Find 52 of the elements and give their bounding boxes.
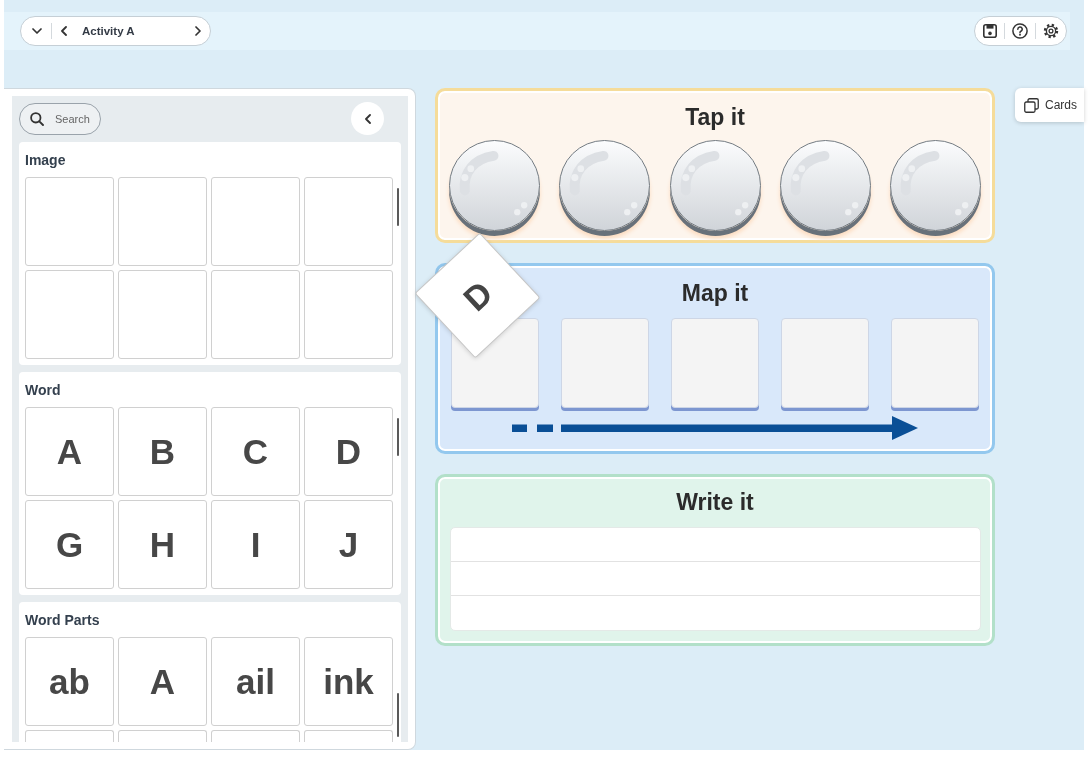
drop-box[interactable]	[781, 318, 869, 408]
help-icon[interactable]	[1012, 23, 1028, 39]
blank-tile[interactable]	[25, 177, 114, 266]
chevron-left-icon[interactable]	[61, 26, 67, 36]
chevron-down-icon[interactable]	[32, 28, 42, 34]
cards-tab[interactable]: Cards	[1015, 88, 1084, 122]
drop-box[interactable]	[671, 318, 759, 408]
panel-title: Map it	[681, 279, 749, 307]
drop-box[interactable]	[891, 318, 979, 408]
collapse-button[interactable]	[351, 102, 384, 135]
section-title: Word Parts	[25, 611, 101, 630]
letter-card[interactable]: D	[414, 232, 540, 358]
drop-box[interactable]	[561, 318, 649, 408]
activity-title: Activity A	[82, 25, 136, 37]
writing-area[interactable]	[450, 527, 981, 631]
section-title: Word	[25, 381, 62, 400]
blank-tile[interactable]	[118, 270, 207, 359]
word-tile[interactable]: J	[304, 500, 393, 589]
blank-tile[interactable]	[25, 730, 114, 742]
word-tile[interactable]: G	[25, 500, 114, 589]
section-title: Image	[25, 151, 67, 170]
word-tile[interactable]: D	[304, 407, 393, 496]
word-tile[interactable]: A	[118, 637, 207, 726]
word-tile[interactable]: C	[211, 407, 300, 496]
word-tile[interactable]: ink	[304, 637, 393, 726]
word-tile[interactable]: H	[118, 500, 207, 589]
word-tile[interactable]: I	[211, 500, 300, 589]
search-field[interactable]: Search	[19, 102, 101, 135]
search-icon	[30, 111, 44, 126]
blank-tile[interactable]	[304, 730, 393, 742]
blank-tile[interactable]	[211, 270, 300, 359]
blank-tile[interactable]	[211, 177, 300, 266]
word-tile[interactable]: ail	[211, 637, 300, 726]
settings-icon[interactable]	[1043, 23, 1059, 39]
panel-title: Tap it	[685, 103, 745, 131]
blank-tile[interactable]	[25, 270, 114, 359]
word-tile[interactable]: B	[118, 407, 207, 496]
chevron-left-icon[interactable]	[364, 113, 371, 124]
scrollbar-thumb[interactable]	[397, 693, 399, 737]
word-tile[interactable]: ab	[25, 637, 114, 726]
scrollbar-thumb[interactable]	[397, 188, 399, 226]
blank-tile[interactable]	[118, 730, 207, 742]
scrollbar-thumb[interactable]	[397, 418, 399, 456]
stacked-squares-icon	[1024, 97, 1039, 113]
blank-tile[interactable]	[304, 177, 393, 266]
save-icon[interactable]	[983, 24, 997, 38]
blank-tile[interactable]	[304, 270, 393, 359]
word-tile[interactable]: A	[25, 407, 114, 496]
blank-tile[interactable]	[211, 730, 300, 742]
chevron-right-icon[interactable]	[195, 26, 201, 36]
panel-title: Write it	[676, 488, 754, 516]
blank-tile[interactable]	[118, 177, 207, 266]
